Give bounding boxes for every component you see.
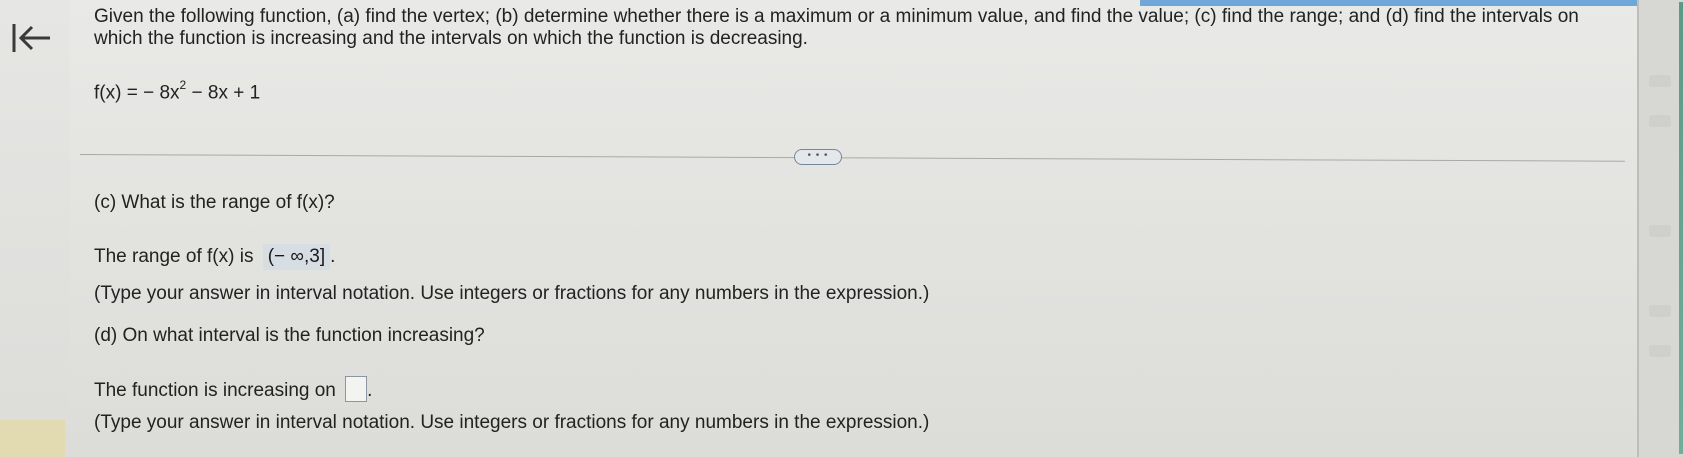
page-background: Given the following function, (a) find t… xyxy=(0,0,1683,457)
part-c-question: (c) What is the range of f(x)? xyxy=(94,192,335,213)
scroll-marker xyxy=(1649,345,1671,357)
part-d-answer-prefix: The function is increasing on xyxy=(94,380,336,401)
part-c-answer-line: The range of f(x) is (− ∞,3]. xyxy=(94,244,335,270)
show-more-button[interactable]: • • • xyxy=(794,149,842,165)
part-d-hint: (Type your answer in interval notation. … xyxy=(94,412,930,433)
part-c-answer-prefix: The range of f(x) is xyxy=(94,246,254,267)
part-d-question: (d) On what interval is the function inc… xyxy=(94,325,485,346)
back-to-start-button[interactable] xyxy=(8,18,56,58)
function-expression: f(x) = − 8x2 − 8x + 1 xyxy=(94,78,261,104)
function-prefix: f(x) = − 8x xyxy=(94,82,180,104)
question-prompt: Given the following function, (a) find t… xyxy=(94,6,1579,49)
part-d-answer-suffix: . xyxy=(367,380,373,401)
section-divider xyxy=(79,154,1625,162)
range-answer-input[interactable]: (− ∞,3] xyxy=(262,244,331,270)
back-to-start-arrow-icon xyxy=(12,24,50,52)
question-content: Given the following function, (a) find t… xyxy=(79,0,1634,457)
gutter-highlight xyxy=(0,420,65,457)
increasing-interval-input[interactable] xyxy=(345,376,368,402)
right-accent-strip xyxy=(1679,2,1683,454)
scroll-marker xyxy=(1649,75,1671,87)
right-scroll-panel[interactable] xyxy=(1637,0,1683,457)
left-gutter xyxy=(0,0,70,457)
part-c-hint: (Type your answer in interval notation. … xyxy=(94,283,930,304)
function-suffix: − 8x + 1 xyxy=(186,82,261,104)
part-c-answer-suffix: . xyxy=(330,246,336,267)
scroll-marker xyxy=(1649,115,1671,127)
part-d-answer-line: The function is increasing on . xyxy=(94,376,372,402)
function-exponent: 2 xyxy=(179,78,187,92)
scroll-marker xyxy=(1649,225,1671,237)
scroll-marker xyxy=(1649,305,1671,317)
